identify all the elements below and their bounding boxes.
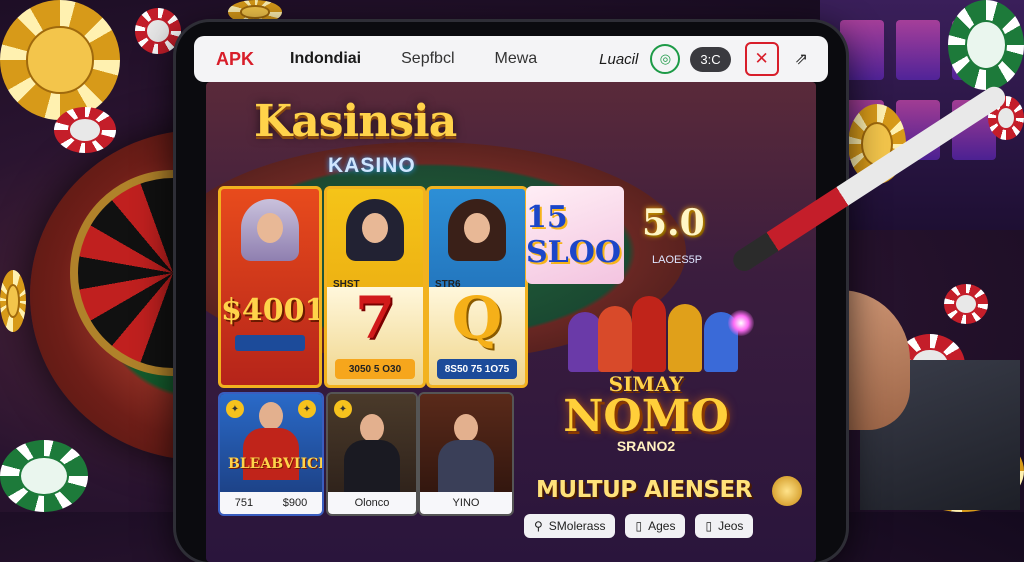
tablet-device: APK Indondiai Sepfbcl Mewa Luacil ◎ 3:C … [176,22,846,562]
game-card-3[interactable]: STR6 Q 8S50 75 1O75 [426,186,528,388]
casino-chip-icon [0,270,26,332]
bottom-tabs: ⚲ SMolerass ▯ Ages ▯ Jeos [524,514,754,538]
status-pill[interactable]: 3:C [690,46,731,72]
phone-icon: ▯ [705,519,713,533]
characters-group [568,294,748,372]
language-selector[interactable]: Luacil [599,51,638,68]
game-card-6[interactable]: YINO [418,392,514,516]
top-navigation-bar: APK Indondiai Sepfbcl Mewa Luacil ◎ 3:C … [194,36,828,82]
close-icon[interactable]: ✕ [744,42,779,76]
game-card-2[interactable]: SHST 7 3050 5 O30 [324,186,426,388]
search-icon: ⚲ [534,519,543,533]
casino-chip-icon [135,8,181,54]
card-label: $900 [282,497,308,509]
dealer-figure [438,408,494,492]
avatar [346,199,404,261]
avatar [448,199,506,261]
star-icon: ✦ [298,400,316,418]
nav-item-3[interactable]: Mewa [495,50,538,68]
coin-icon [772,476,802,506]
card-symbol: 7 [354,284,396,352]
dealer-figure [344,408,400,492]
casino-logo-subtitle: KASINO [328,154,416,177]
card-value: $4001 [221,293,322,328]
tagline: MULTUP AIENSER [536,477,752,503]
stylus-glow [728,310,754,336]
featured-game-banner[interactable]: SIMAY NOMO SRANO2 [546,372,746,454]
tab-jeos[interactable]: ▯ Jeos [695,514,754,538]
casino-logo-title: Kasinsia [254,96,457,147]
avatar [241,199,299,261]
casino-chip-icon [944,284,988,324]
card-label: Olonco [354,497,390,509]
casino-chip-icon [948,0,1024,90]
big-number-caption: LAOES5P [652,254,703,266]
card-button[interactable]: 3050 5 O30 [335,359,415,379]
nav-item-2[interactable]: Sepfbcl [401,50,454,68]
card-badge [235,335,305,351]
tab-search[interactable]: ⚲ SMolerass [524,514,616,538]
promo-tile[interactable]: 15 SLOO [526,186,624,284]
card-banner: BLEABVIICH [228,456,324,472]
big-number: 5.0 [642,202,705,244]
casino-chip-icon [0,440,88,512]
casino-chip-icon [228,0,282,24]
game-card-4[interactable]: ✦ ✦ BLEABVIICH 751 $900 [218,392,324,516]
phone-icon: ▯ [635,519,643,533]
card-label: YINO [452,497,480,509]
casino-chip-icon [54,107,116,153]
game-card-1[interactable]: $4001 [218,186,322,388]
globe-icon[interactable]: ◎ [650,44,681,74]
brand-logo[interactable]: APK [216,49,254,70]
nav-item-1[interactable]: Indondiai [290,50,361,68]
star-icon: ✦ [226,400,244,418]
card-symbol: Q [451,284,503,352]
app-screen: Kasinsia KASINO $4001 SHST 7 3050 5 O30 … [206,82,816,562]
tab-ages[interactable]: ▯ Ages [625,514,686,538]
card-button[interactable]: 8S50 75 1O75 [437,359,517,379]
game-card-5[interactable]: ✦ Olonco [326,392,418,516]
casino-chip-icon [0,0,120,120]
card-label: 751 [234,497,254,509]
feature-line-2: NOMO [563,391,729,442]
share-icon[interactable]: ⇗ [795,49,808,69]
